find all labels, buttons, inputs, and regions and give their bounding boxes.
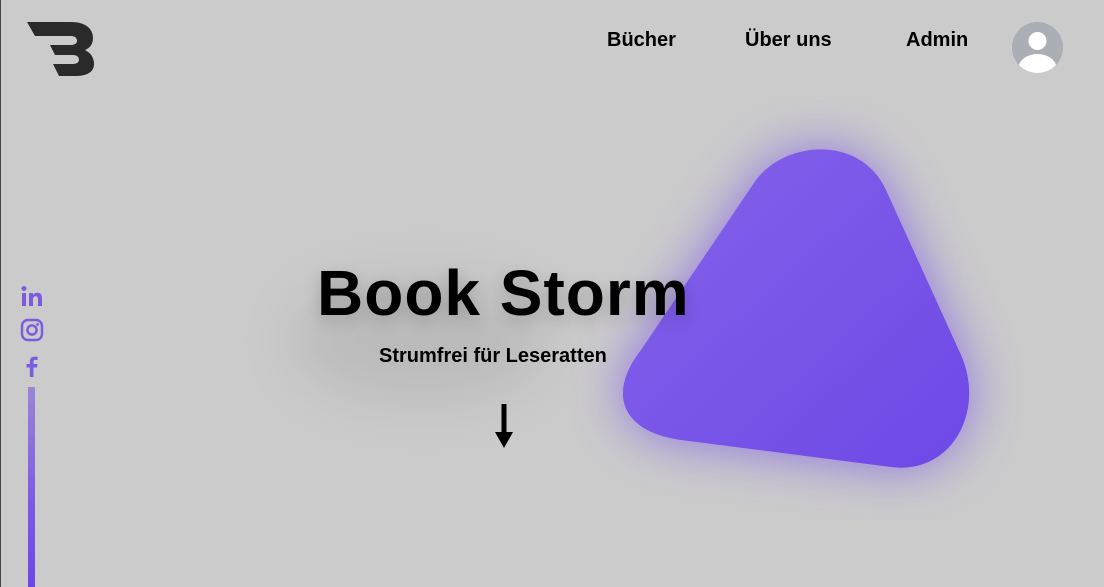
linkedin-icon[interactable] — [19, 284, 45, 310]
nav-link-about[interactable]: Über uns — [745, 29, 832, 52]
nav-link-books[interactable]: Bücher — [607, 29, 676, 52]
arrow-down-icon[interactable] — [494, 404, 514, 450]
hero-subtitle: Strumfrei für Leseratten — [379, 345, 607, 367]
hero-title: Book Storm — [317, 257, 690, 329]
instagram-icon[interactable] — [19, 317, 45, 343]
social-divider-line — [28, 387, 35, 587]
brand-logo[interactable] — [25, 20, 95, 78]
user-avatar[interactable] — [1012, 22, 1063, 73]
nav-link-admin[interactable]: Admin — [906, 29, 968, 52]
landing-page: Bücher Über uns Admin Book Storm Strumfr… — [0, 0, 1104, 587]
user-avatar-icon — [1012, 22, 1063, 73]
facebook-icon[interactable] — [19, 353, 45, 379]
